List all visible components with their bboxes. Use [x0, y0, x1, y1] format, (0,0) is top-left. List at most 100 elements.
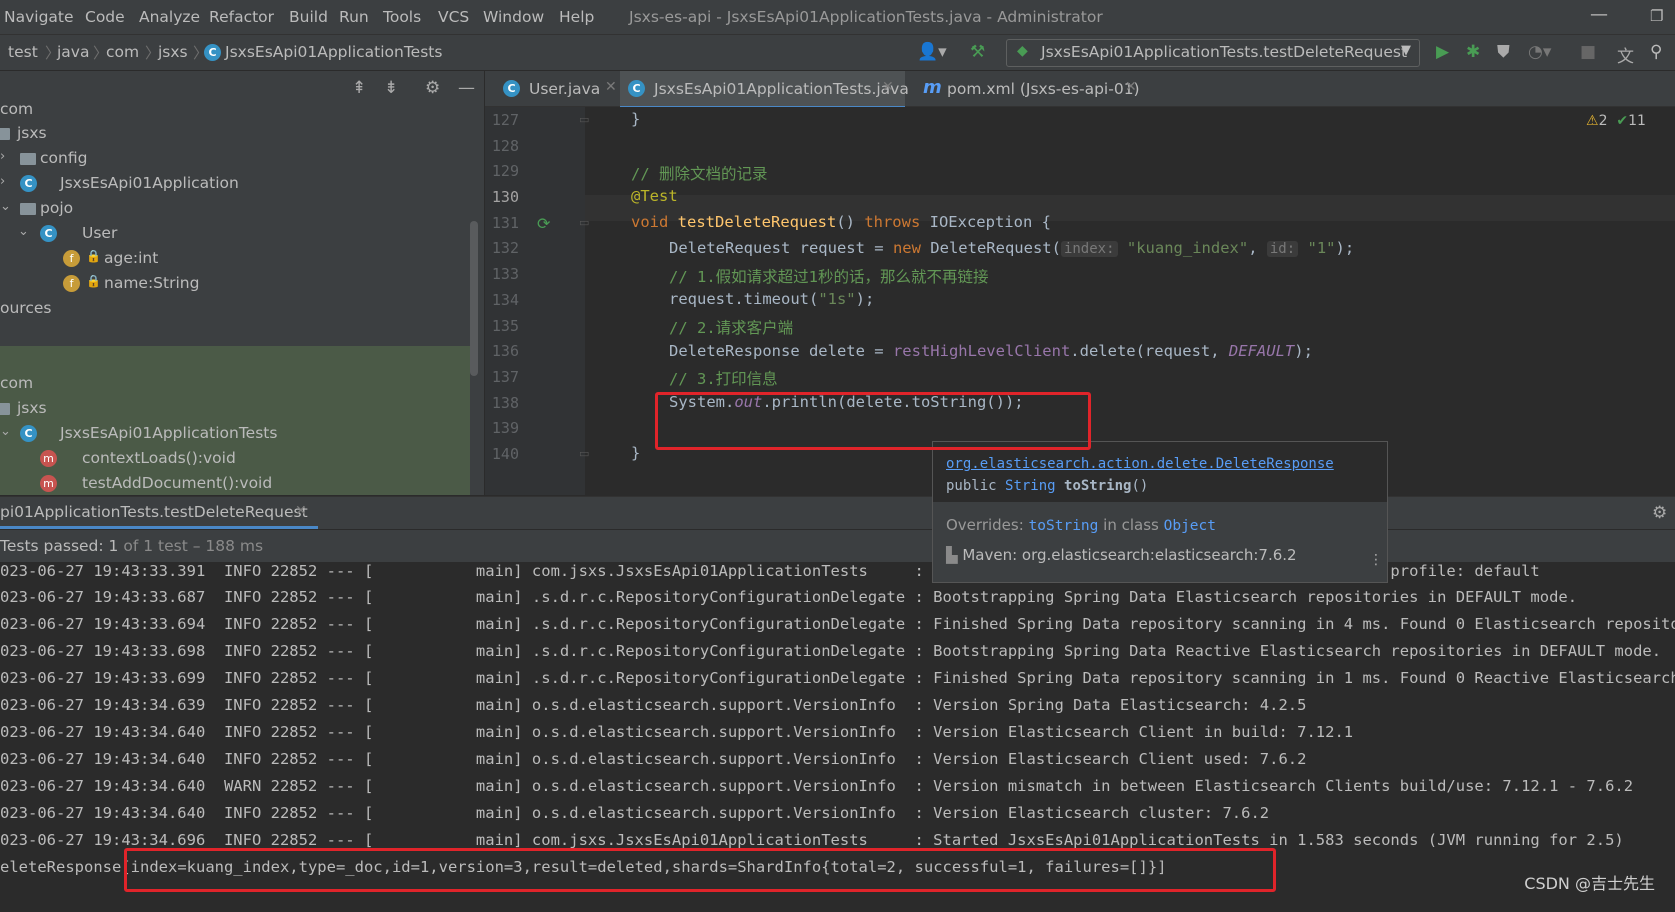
- chevron-right-icon[interactable]: ›: [0, 174, 5, 189]
- menu-analyze[interactable]: Analyze: [139, 8, 200, 26]
- sig-method: toString: [1055, 478, 1132, 494]
- chevron-down-icon[interactable]: ⌄: [0, 424, 11, 439]
- class-icon: C: [20, 425, 37, 442]
- close-icon[interactable]: ✕: [295, 503, 307, 519]
- code-annotation: @Test: [631, 187, 678, 205]
- run-tab[interactable]: pi01ApplicationTests.testDeleteRequest ✕: [0, 497, 318, 529]
- code-string: "kuang_index": [1126, 239, 1249, 257]
- close-icon[interactable]: ✕: [882, 79, 894, 95]
- code-line-132: DeleteRequest request = new DeleteReques…: [669, 239, 1354, 257]
- field-icon: f: [63, 250, 80, 267]
- log-line: 023-06-27 19:43:34.696 INFO 22852 --- [ …: [0, 831, 1624, 849]
- class-icon: C: [40, 225, 57, 242]
- menu-code[interactable]: Code: [85, 8, 125, 26]
- breadcrumb-class[interactable]: JsxsEsApi01ApplicationTests: [225, 43, 442, 61]
- expand-all-icon[interactable]: ⇞: [352, 78, 366, 98]
- tests-passed-status: Tests passed: 1 of 1 test – 188 ms: [0, 537, 263, 555]
- chevron-down-icon: ▼: [1401, 43, 1411, 58]
- code-line-135: // 2.请求客户端: [669, 316, 793, 338]
- warning-icon: ⚠: [1586, 113, 1599, 129]
- inspection-widget[interactable]: ⚠2 ✔11: [1586, 113, 1646, 129]
- quick-documentation-popup[interactable]: org.elasticsearch.action.delete.DeleteRe…: [932, 441, 1388, 583]
- menu-window[interactable]: Window: [483, 8, 544, 26]
- menu-vcs[interactable]: VCS: [438, 8, 469, 26]
- spring-class-icon: C: [20, 175, 37, 192]
- hide-panel-icon[interactable]: —: [458, 78, 475, 98]
- minimize-icon[interactable]: —: [1590, 4, 1608, 25]
- run-icon[interactable]: ▶: [1436, 42, 1449, 62]
- menu-tools[interactable]: Tools: [383, 8, 421, 26]
- overrides-class-link[interactable]: Object: [1164, 518, 1216, 534]
- doc-class-link[interactable]: org.elasticsearch.action.delete.DeleteRe…: [946, 456, 1334, 472]
- log-line: 023-06-27 19:43:33.694 INFO 22852 --- [ …: [0, 615, 1675, 633]
- debug-icon[interactable]: ✱: [1466, 42, 1480, 62]
- chevron-down-icon[interactable]: ⌄: [0, 199, 11, 214]
- menu-help[interactable]: Help: [559, 8, 594, 26]
- folder-icon: [0, 403, 10, 415]
- tree-label: jsxs: [17, 399, 47, 417]
- close-icon[interactable]: ✕: [1125, 79, 1137, 95]
- stop-icon[interactable]: ■: [1580, 42, 1596, 62]
- chevron-right-icon[interactable]: ›: [0, 149, 5, 164]
- line-number: 134: [491, 291, 519, 309]
- gear-icon[interactable]: ⚙: [1652, 503, 1667, 523]
- line-number: 135: [491, 317, 519, 335]
- line-number: 139: [491, 419, 519, 437]
- tab-applicationtests-java[interactable]: C JsxsEsApi01ApplicationTests.java ✕: [620, 71, 909, 109]
- menu-run[interactable]: Run: [339, 8, 369, 26]
- fold-icon[interactable]: ▭: [579, 447, 589, 460]
- menu-navigate[interactable]: Navigate: [4, 8, 74, 26]
- profile-icon[interactable]: ◔▾: [1528, 42, 1551, 62]
- more-options-icon[interactable]: ⋮: [1369, 552, 1383, 568]
- code-text: }: [631, 444, 641, 462]
- line-number: 138: [491, 394, 519, 412]
- search-icon[interactable]: ⚲: [1650, 42, 1662, 62]
- breadcrumb-jsxs[interactable]: jsxs: [158, 43, 188, 61]
- sig-return-type[interactable]: String: [1005, 478, 1056, 494]
- breadcrumb-test[interactable]: test: [8, 43, 38, 61]
- sig-modifier: public: [946, 478, 1006, 494]
- fold-icon[interactable]: ▭: [579, 216, 589, 229]
- run-configuration-select[interactable]: ◆ JsxsEsApi01ApplicationTests.testDelete…: [1006, 39, 1420, 67]
- lock-icon: 🔒: [86, 274, 101, 288]
- close-icon[interactable]: ✕: [605, 79, 617, 95]
- editor-gutter: 127 128 129 130 131 132 133 134 135 136 …: [485, 107, 589, 495]
- project-scrollbar[interactable]: [470, 221, 478, 376]
- tests-passed-count: 1: [108, 537, 119, 555]
- user-icon[interactable]: 👤▾: [917, 42, 947, 62]
- code-constant: DEFAULT: [1228, 342, 1295, 360]
- code-text: request.timeout(: [669, 290, 819, 308]
- code-text: .delete(request,: [1070, 342, 1229, 360]
- code-line-136: DeleteResponse delete = restHighLevelCli…: [669, 342, 1313, 360]
- breadcrumb-java[interactable]: java: [57, 43, 89, 61]
- line-number: 132: [491, 239, 519, 257]
- tab-pom-xml[interactable]: m pom.xml (Jsxs-es-api-01) ✕: [915, 71, 1145, 106]
- log-line: 023-06-27 19:43:33.699 INFO 22852 --- [ …: [0, 669, 1675, 687]
- translate-icon[interactable]: 文: [1617, 42, 1634, 67]
- build-hammer-icon[interactable]: ⚒: [970, 42, 985, 62]
- collapse-all-icon[interactable]: ⇟: [384, 78, 398, 98]
- menu-refactor[interactable]: Refactor: [209, 8, 274, 26]
- warning-count: 2: [1598, 113, 1608, 129]
- tab-user-java[interactable]: C User.java ✕: [495, 71, 625, 106]
- line-number: 128: [491, 137, 519, 155]
- run-tool-window-header: pi01ApplicationTests.testDeleteRequest ✕…: [0, 496, 1675, 529]
- line-number: 133: [491, 265, 519, 283]
- code-comment: // 2.请求客户端: [669, 319, 794, 337]
- window-title: Jsxs-es-api - JsxsEsApi01ApplicationTest…: [629, 8, 1103, 26]
- class-icon: C: [503, 80, 520, 97]
- breadcrumb-com[interactable]: com: [106, 43, 139, 61]
- code-line-133: // 1.假如请求超过1秒的话，那么就不再链接: [669, 265, 989, 287]
- tree-label: testAddDocument():void: [82, 474, 273, 492]
- fold-icon[interactable]: ▭: [579, 113, 589, 126]
- gear-icon[interactable]: ⚙: [425, 78, 440, 98]
- run-test-gutter-icon[interactable]: ⟳: [537, 214, 550, 233]
- restore-icon[interactable]: ❐: [1650, 7, 1663, 25]
- menu-bar: Navigate Code Analyze Refactor Build Run…: [0, 0, 1675, 35]
- test-status-bar: Tests passed: 1 of 1 test – 188 ms: [0, 529, 1675, 562]
- code-text: ,: [1248, 239, 1267, 257]
- coverage-icon[interactable]: ⛊: [1497, 42, 1510, 62]
- menu-build[interactable]: Build: [289, 8, 328, 26]
- chevron-down-icon[interactable]: ⌄: [18, 224, 29, 239]
- overrides-method-link[interactable]: toString: [1029, 518, 1099, 534]
